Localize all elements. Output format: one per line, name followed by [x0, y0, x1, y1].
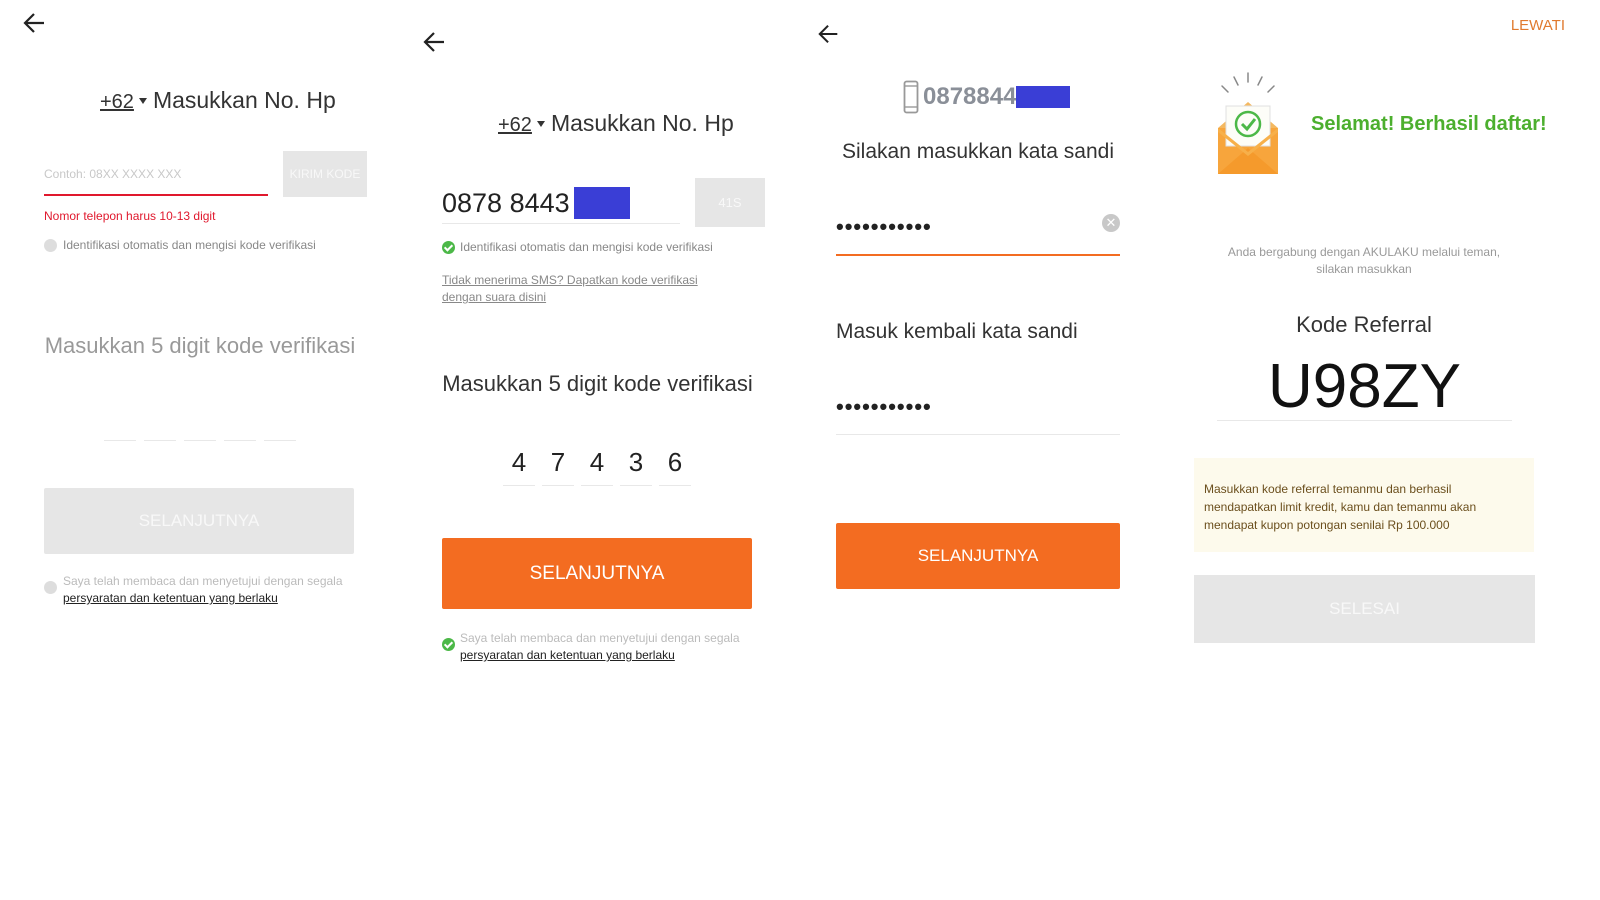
- redacted-block: [1016, 86, 1071, 108]
- referral-code-input[interactable]: U98ZY: [1217, 352, 1512, 421]
- auto-detect-row: Identifikasi otomatis dan mengisi kode v…: [442, 240, 713, 254]
- screen-verification: +62 Masukkan No. Hp 0878 8443 41S Identif…: [400, 0, 795, 900]
- terms-checkbox[interactable]: [442, 638, 455, 651]
- country-code-selector[interactable]: +62: [498, 114, 532, 136]
- clear-icon[interactable]: ✕: [1102, 214, 1120, 232]
- code-digit[interactable]: 3: [620, 447, 652, 486]
- terms-link[interactable]: persyaratan dan ketentuan yang berlaku: [63, 590, 343, 607]
- referral-notice: Masukkan kode referral temanmu dan berha…: [1194, 458, 1534, 552]
- send-code-button[interactable]: KIRIM KODE: [283, 151, 367, 197]
- screen-success: LEWATI Selamat! Berhasil daftar! Anda be…: [1180, 0, 1600, 900]
- code-title: Masukkan 5 digit kode verifikasi: [44, 333, 356, 358]
- phone-label: Masukkan No. Hp: [550, 110, 734, 136]
- back-button[interactable]: [817, 21, 841, 53]
- terms-link[interactable]: persyaratan dan ketentuan yang berlaku: [460, 647, 740, 664]
- code-slot[interactable]: [224, 420, 256, 441]
- countdown-button[interactable]: 41S: [695, 178, 765, 227]
- code-slot[interactable]: [104, 420, 136, 441]
- code-slot[interactable]: [144, 420, 176, 441]
- phone-header: +62 Masukkan No. Hp: [498, 110, 734, 137]
- code-digit[interactable]: 4: [503, 447, 535, 486]
- finish-button[interactable]: SELESAI: [1194, 575, 1535, 643]
- next-button[interactable]: SELANJUTNYA: [836, 523, 1120, 589]
- auto-detect-text: Identifikasi otomatis dan mengisi kode v…: [63, 238, 316, 252]
- code-title: Masukkan 5 digit kode verifikasi: [442, 371, 753, 396]
- referral-label: Kode Referral: [1296, 312, 1432, 337]
- chevron-down-icon: [536, 121, 545, 127]
- smartphone-icon: [903, 80, 919, 114]
- code-digit[interactable]: 7: [542, 447, 574, 486]
- chevron-down-icon: [138, 98, 147, 104]
- next-button[interactable]: SELANJUTNYA: [44, 488, 354, 554]
- screen-password: 0878844 Silakan masukkan kata sandi ••••…: [795, 0, 1180, 900]
- phone-value: 0878844: [923, 83, 1017, 110]
- checkbox-icon[interactable]: [44, 238, 57, 252]
- code-digit[interactable]: 4: [581, 447, 613, 486]
- code-input-slots[interactable]: 4 7 4 3 6: [503, 447, 691, 486]
- notice-text: Masukkan kode referral temanmu dan berha…: [1204, 482, 1477, 532]
- screen-phone-entry: +62 Masukkan No. Hp Contoh: 08XX XXXX XXX…: [0, 0, 400, 900]
- auto-detect-row: Identifikasi otomatis dan mengisi kode v…: [44, 238, 316, 252]
- terms-row: Saya telah membaca dan menyetujui dengan…: [44, 573, 343, 607]
- arrow-left-icon: [23, 13, 44, 33]
- code-input-slots[interactable]: [104, 420, 296, 441]
- phone-label: Masukkan No. Hp: [152, 87, 336, 113]
- password-value: •••••••••••: [836, 214, 932, 239]
- check-circle-icon[interactable]: [442, 240, 455, 254]
- back-button[interactable]: [22, 10, 48, 42]
- confirm-password-input[interactable]: •••••••••••: [836, 390, 1120, 435]
- back-button[interactable]: [422, 29, 448, 61]
- password-prompt: Silakan masukkan kata sandi: [842, 140, 1114, 163]
- skip-button[interactable]: LEWATI: [1511, 17, 1565, 34]
- phone-display: 0878844: [903, 80, 1071, 114]
- redacted-block: [573, 187, 630, 219]
- referral-code-value: U98ZY: [1268, 352, 1461, 421]
- phone-input[interactable]: Contoh: 08XX XXXX XXX: [44, 160, 268, 196]
- auto-detect-text: Identifikasi otomatis dan mengisi kode v…: [460, 240, 713, 254]
- code-slot[interactable]: [184, 420, 216, 441]
- phone-header: +62 Masukkan No. Hp: [100, 87, 336, 114]
- voice-code-link[interactable]: Tidak menerima SMS? Dapatkan kode verifi…: [442, 272, 732, 306]
- confirm-password-label: Masuk kembali kata sandi: [836, 320, 1078, 343]
- code-digit[interactable]: 6: [659, 447, 691, 486]
- confirm-password-value: •••••••••••: [836, 394, 932, 419]
- phone-error-text: Nomor telepon harus 10-13 digit: [44, 209, 216, 223]
- phone-input[interactable]: 0878 8443: [442, 183, 680, 224]
- terms-row: Saya telah membaca dan menyetujui dengan…: [442, 630, 740, 664]
- invite-text: Anda bergabung dengan AKULAKU melalui te…: [1227, 245, 1501, 276]
- next-button[interactable]: SELANJUTNYA: [442, 538, 752, 609]
- arrow-left-icon: [423, 32, 444, 52]
- terms-text: Saya telah membaca dan menyetujui dengan…: [63, 574, 343, 588]
- arrow-left-icon: [818, 24, 838, 44]
- code-slot[interactable]: [264, 420, 296, 441]
- phone-value: 0878 8443: [442, 187, 570, 218]
- password-input[interactable]: ••••••••••• ✕: [836, 208, 1120, 256]
- phone-input-placeholder: Contoh: 08XX XXXX XXX: [44, 167, 182, 181]
- terms-checkbox[interactable]: [44, 581, 57, 594]
- success-title: Selamat! Berhasil daftar!: [1311, 113, 1547, 135]
- envelope-check-icon: [1212, 70, 1284, 181]
- country-code-selector[interactable]: +62: [100, 91, 134, 113]
- terms-text: Saya telah membaca dan menyetujui dengan…: [460, 631, 740, 645]
